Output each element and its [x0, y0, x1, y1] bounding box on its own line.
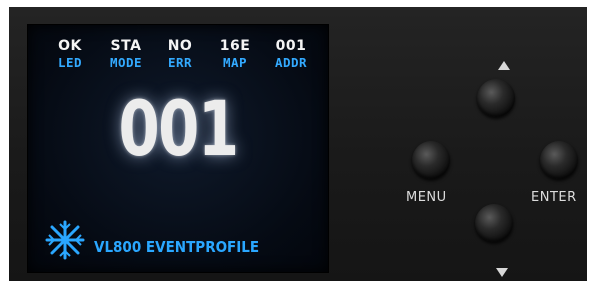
status-mode-value: STA [110, 38, 142, 54]
down-button[interactable] [475, 204, 513, 242]
status-map-label: MAP [222, 55, 248, 70]
dmx-address-display: 001 [118, 84, 239, 173]
status-map-value: 16E [219, 38, 251, 54]
status-err-label: ERR [167, 55, 193, 70]
enter-label: ENTER [531, 190, 577, 205]
status-map: 16E MAP [205, 38, 265, 71]
status-addr-value: 001 [275, 38, 307, 54]
menu-button[interactable] [412, 141, 450, 179]
status-mode-label: MODE [109, 55, 143, 70]
enter-button[interactable] [540, 141, 578, 179]
product-name: VL800 EVENTPROFILE [94, 238, 259, 256]
status-addr-label: ADDR [274, 55, 308, 70]
status-led-label: LED [57, 55, 83, 70]
status-addr: 001 ADDR [261, 38, 321, 71]
profile-name: EVENTPROFILE [145, 238, 260, 256]
model-name: VL800 [94, 238, 142, 256]
status-led: OK LED [40, 38, 100, 71]
snowflake-logo-icon [45, 220, 85, 260]
triangle-up-icon [498, 61, 510, 70]
menu-label: MENU [406, 190, 447, 205]
up-button[interactable] [477, 79, 515, 117]
status-mode: STA MODE [96, 38, 156, 71]
triangle-down-icon [496, 268, 508, 277]
status-led-value: OK [58, 38, 82, 54]
status-err: NO ERR [150, 38, 210, 71]
lcd-screen: OK LED STA MODE NO ERR 16E MAP 001 ADDR … [27, 24, 329, 273]
device-front-panel: OK LED STA MODE NO ERR 16E MAP 001 ADDR … [9, 7, 587, 281]
status-err-value: NO [167, 38, 193, 54]
